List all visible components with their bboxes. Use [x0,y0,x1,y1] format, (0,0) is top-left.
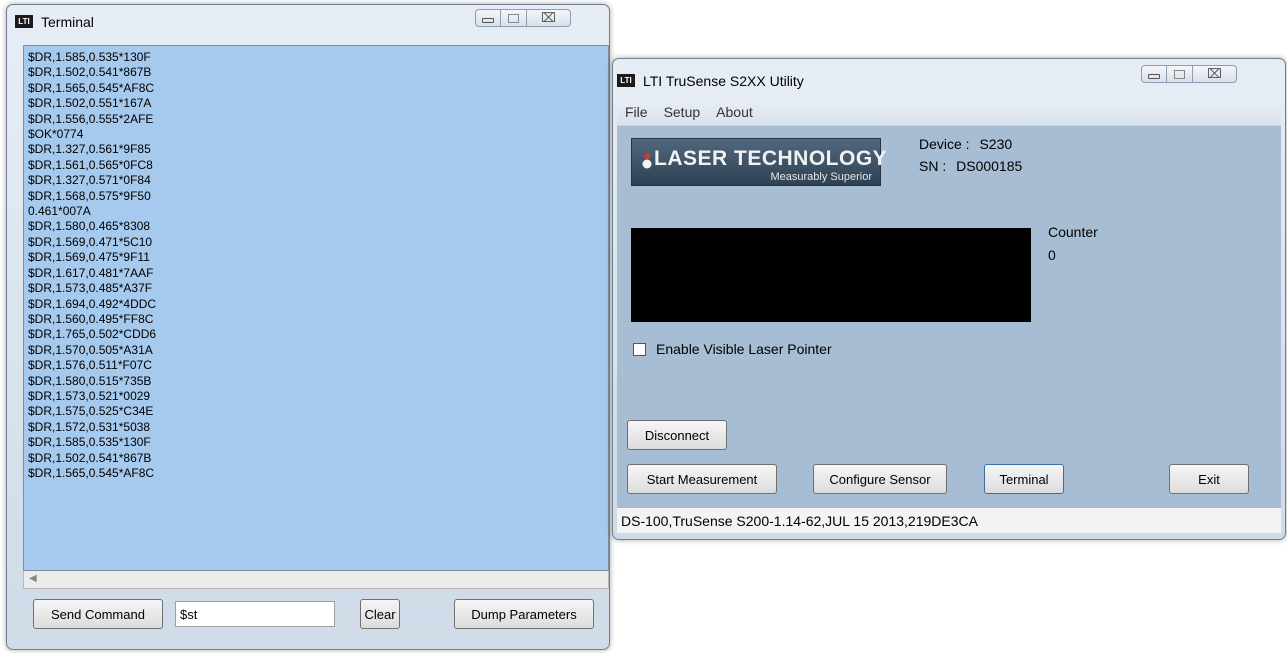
minimize-icon[interactable] [475,9,501,27]
terminal-line: $DR,1.561,0.565*0FC8 [28,157,153,172]
start-measurement-button[interactable]: Start Measurement [627,464,777,494]
terminal-button[interactable]: Terminal [984,464,1064,494]
terminal-button-label: Terminal [999,471,1049,487]
utility-titlebar[interactable]: LTI LTI TruSense S2XX Utility ⌧ [613,59,1285,93]
clear-button[interactable]: Clear [360,599,400,629]
logo-tagline: Measurably Superior [770,171,873,183]
terminal-line: $DR,1.617,0.481*7AAF [28,265,154,280]
send-command-label: Send Command [51,606,145,622]
logo-mark-icon [642,153,652,169]
terminal-line: 0.461*007A [28,204,91,219]
serial-info: SN : DS000185 [919,158,1022,174]
logo-text: LASER TECHNOLOGY [654,147,888,170]
terminal-line: $DR,1.327,0.561*9F85 [28,142,151,157]
device-value: S230 [979,136,1013,152]
terminal-line: $DR,1.502,0.541*867B [28,450,152,465]
terminal-line: $OK*0774 [28,127,84,142]
menu-bar: File Setup About [617,99,1281,125]
laser-pointer-option[interactable]: Enable Visible Laser Pointer [633,341,832,357]
utility-window: LTI LTI TruSense S2XX Utility ⌧ File Set… [612,58,1286,540]
terminal-line: $DR,1.580,0.515*735B [28,373,152,388]
terminal-line: $DR,1.560,0.495*FF8C [28,311,154,326]
maximize-icon[interactable] [501,9,527,27]
laser-technology-logo: LASER TECHNOLOGY Measurably Superior [631,138,887,186]
clear-label: Clear [364,606,396,622]
terminal-line: $DR,1.585,0.535*130F [28,435,151,450]
terminal-line: $DR,1.569,0.475*9F11 [28,250,150,265]
terminal-output[interactable]: $DR,1.585,0.535*130F $DR,1.502,0.541*867B… [23,45,609,571]
terminal-titlebar[interactable]: LTI Terminal ⌧ [7,5,609,39]
menu-file[interactable]: File [617,104,656,120]
terminal-line: $DR,1.694,0.492*4DDC [28,296,157,311]
terminal-window-controls: ⌧ [475,9,571,27]
send-command-button[interactable]: Send Command [33,599,163,629]
terminal-line: $DR,1.575,0.525*C34E [28,404,154,419]
lti-app-icon: LTI [15,15,33,28]
configure-sensor-button[interactable]: Configure Sensor [813,464,947,494]
terminal-title: Terminal [41,14,94,30]
terminal-line: $DR,1.765,0.502*CDD6 [28,327,157,342]
counter-value: 0 [1048,247,1056,263]
lti-app-icon: LTI [617,74,635,87]
dump-parameters-label: Dump Parameters [471,606,577,622]
exit-label: Exit [1198,471,1220,487]
menu-setup[interactable]: Setup [656,104,709,120]
horizontal-scrollbar[interactable]: ◀ [23,571,609,589]
terminal-line: $DR,1.570,0.505*A31A [28,342,153,357]
terminal-line: $DR,1.327,0.571*0F84 [28,173,151,188]
command-input[interactable] [175,601,335,627]
dump-parameters-button[interactable]: Dump Parameters [454,599,594,629]
terminal-line: $DR,1.502,0.551*167A [28,96,152,111]
terminal-line: $DR,1.556,0.555*2AFE [28,111,154,126]
status-bar: DS-100,TruSense S200-1.14-62,JUL 15 2013… [617,507,1281,533]
sn-value: DS000185 [956,158,1023,174]
terminal-line: $DR,1.572,0.531*5038 [28,419,151,434]
terminal-line: $DR,1.573,0.485*A37F [28,281,153,296]
laser-pointer-checkbox[interactable] [633,342,646,356]
start-measurement-label: Start Measurement [646,471,758,487]
terminal-line: $DR,1.573,0.521*0029 [28,388,151,403]
configure-sensor-label: Configure Sensor [829,471,931,487]
terminal-line: $DR,1.568,0.575*9F50 [28,188,151,203]
device-info: Device : S230 [919,136,1012,152]
utility-title: LTI TruSense S2XX Utility [643,73,804,89]
exit-button[interactable]: Exit [1169,464,1249,494]
terminal-line: $DR,1.585,0.535*130F [28,50,151,64]
device-label: Device : [919,136,970,152]
terminal-window: LTI Terminal ⌧ $DR,1.585,0.535*130F $DR,1… [6,4,610,650]
disconnect-button[interactable]: Disconnect [627,420,727,450]
disconnect-label: Disconnect [644,427,710,443]
measurement-display [631,228,1031,322]
close-icon[interactable]: ⌧ [1193,65,1237,83]
utility-window-controls: ⌧ [1141,65,1237,83]
close-icon[interactable]: ⌧ [527,9,571,27]
minimize-icon[interactable] [1141,65,1167,83]
scroll-left-arrow-icon[interactable]: ◀ [29,573,37,584]
sn-label: SN : [919,158,947,174]
terminal-line: $DR,1.580,0.465*8308 [28,219,151,234]
laser-pointer-label: Enable Visible Laser Pointer [656,341,832,357]
terminal-line: $DR,1.502,0.541*867B [28,65,152,80]
terminal-lines: $DR,1.585,0.535*130F $DR,1.502,0.541*867B… [24,46,608,481]
counter-label: Counter [1048,224,1098,240]
maximize-icon[interactable] [1167,65,1193,83]
menu-about[interactable]: About [708,104,761,120]
utility-main-panel: LASER TECHNOLOGY Measurably Superior Dev… [617,125,1281,507]
terminal-line: $DR,1.576,0.511*F07C [28,358,152,373]
status-text: DS-100,TruSense S200-1.14-62,JUL 15 2013… [621,513,978,529]
terminal-line: $DR,1.565,0.545*AF8C [28,80,155,95]
terminal-line: $DR,1.569,0.471*5C10 [28,234,153,249]
terminal-line: $DR,1.565,0.545*AF8C [28,465,155,480]
